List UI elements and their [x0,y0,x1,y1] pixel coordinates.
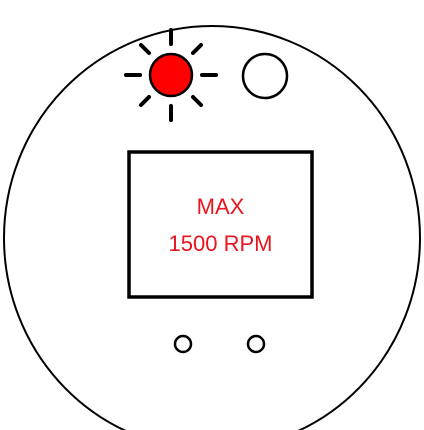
display-screen [127,150,314,299]
status-light-left [148,52,194,98]
status-light-right [241,52,289,100]
display-line-mode: MAX [196,194,245,219]
display-line-speed: 1500 RPM [168,231,273,256]
button-left[interactable] [173,334,193,354]
button-right[interactable] [246,334,266,354]
